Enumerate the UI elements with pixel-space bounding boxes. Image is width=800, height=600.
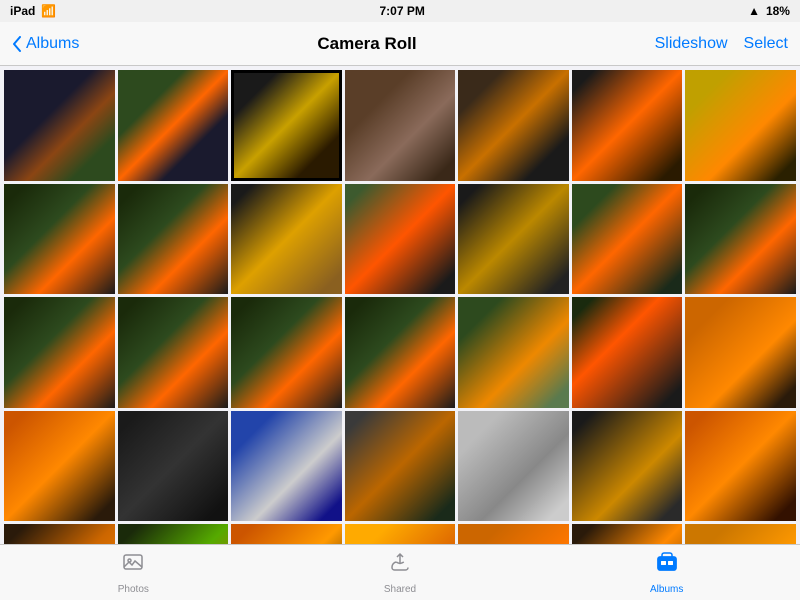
nav-actions: Slideshow Select (655, 35, 788, 53)
photo-thumbnail-5[interactable] (458, 70, 569, 181)
photo-thumbnail-9[interactable] (118, 184, 229, 295)
photo-thumbnail-15[interactable] (4, 297, 115, 408)
photo-thumbnail-26[interactable] (458, 411, 569, 522)
photo-thumbnail-2[interactable] (118, 70, 229, 181)
shared-tab-icon (388, 550, 412, 581)
photo-thumbnail-4[interactable] (345, 70, 456, 181)
photo-thumbnail-35[interactable] (685, 524, 796, 544)
photo-thumbnail-14[interactable] (685, 184, 796, 295)
photo-thumbnail-1[interactable] (4, 70, 115, 181)
photo-thumbnail-21[interactable] (685, 297, 796, 408)
photo-thumbnail-32[interactable] (345, 524, 456, 544)
photo-thumbnail-7[interactable] (685, 70, 796, 181)
status-left: iPad 📶 (10, 4, 56, 18)
back-button[interactable]: Albums (12, 35, 79, 53)
photos-tab-label: Photos (118, 584, 149, 595)
wifi-icon: 📶 (41, 4, 56, 18)
photo-thumbnail-23[interactable] (118, 411, 229, 522)
photo-grid (4, 70, 796, 544)
photos-tab-icon (121, 550, 145, 581)
photo-thumbnail-16[interactable] (118, 297, 229, 408)
photo-thumbnail-18[interactable] (345, 297, 456, 408)
back-label: Albums (26, 35, 79, 53)
select-button[interactable]: Select (744, 35, 788, 53)
photo-thumbnail-27[interactable] (572, 411, 683, 522)
tab-albums[interactable]: Albums (533, 550, 800, 595)
photo-thumbnail-11[interactable] (345, 184, 456, 295)
nav-bar: Albums Camera Roll Slideshow Select (0, 22, 800, 66)
albums-tab-label: Albums (650, 584, 683, 595)
photo-thumbnail-34[interactable] (572, 524, 683, 544)
photo-thumbnail-8[interactable] (4, 184, 115, 295)
photo-grid-container (0, 66, 800, 544)
photo-thumbnail-10[interactable] (231, 184, 342, 295)
photo-thumbnail-3[interactable] (231, 70, 342, 181)
status-bar: iPad 📶 7:07 PM ▲ 18% (0, 0, 800, 22)
photo-thumbnail-17[interactable] (231, 297, 342, 408)
status-time: 7:07 PM (380, 4, 425, 18)
photo-thumbnail-33[interactable] (458, 524, 569, 544)
photo-thumbnail-31[interactable] (231, 524, 342, 544)
battery-label: 18% (766, 4, 790, 18)
photo-thumbnail-13[interactable] (572, 184, 683, 295)
photo-thumbnail-20[interactable] (572, 297, 683, 408)
carrier-label: iPad (10, 4, 35, 18)
albums-tab-icon (655, 550, 679, 581)
page-title: Camera Roll (317, 34, 416, 54)
photo-thumbnail-22[interactable] (4, 411, 115, 522)
tab-photos[interactable]: Photos (0, 550, 267, 595)
tab-shared[interactable]: Shared (267, 550, 534, 595)
photo-thumbnail-25[interactable] (345, 411, 456, 522)
photo-thumbnail-30[interactable] (118, 524, 229, 544)
photo-thumbnail-24[interactable] (231, 411, 342, 522)
tab-bar: Photos Shared Albums (0, 544, 800, 600)
photo-thumbnail-29[interactable] (4, 524, 115, 544)
slideshow-button[interactable]: Slideshow (655, 35, 728, 53)
photo-thumbnail-6[interactable] (572, 70, 683, 181)
photo-thumbnail-19[interactable] (458, 297, 569, 408)
photo-thumbnail-28[interactable] (685, 411, 796, 522)
shared-tab-label: Shared (384, 584, 416, 595)
signal-icon: ▲ (748, 4, 760, 18)
photo-thumbnail-12[interactable] (458, 184, 569, 295)
status-right: ▲ 18% (748, 4, 790, 18)
